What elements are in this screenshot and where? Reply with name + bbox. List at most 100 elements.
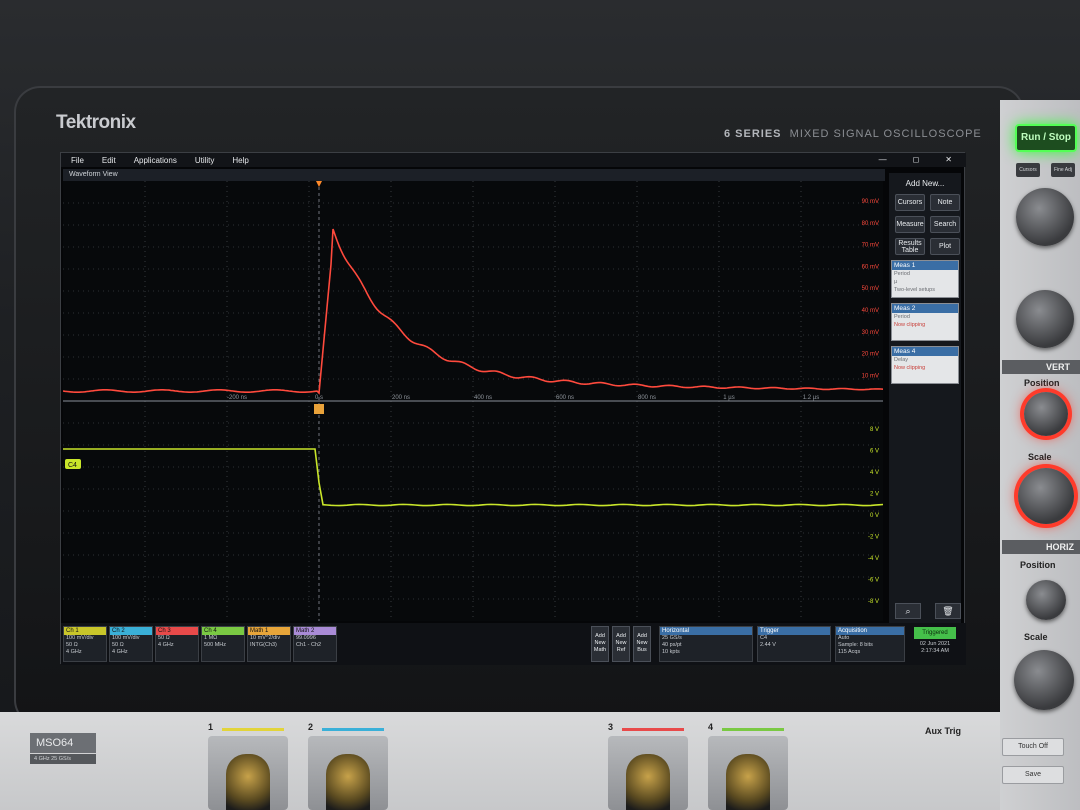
channel-2-bnc-input[interactable]	[308, 736, 388, 810]
menu-file[interactable]: File	[71, 156, 84, 165]
display-screen: File Edit Applications Utility Help — ◻ …	[60, 152, 966, 665]
channel-1-number: 1	[208, 722, 214, 732]
oscilloscope-photo: Tektronix 6 SERIES MIXED SIGNAL OSCILLOS…	[0, 0, 1080, 810]
ch1-line-3: 4 GHz	[66, 649, 82, 655]
horizontal-position-label: Position	[1020, 560, 1056, 570]
vertical-position-knob[interactable]	[1024, 392, 1068, 436]
model-label: MSO64	[30, 733, 96, 753]
vertical-position-label: Position	[1024, 378, 1060, 388]
ch1-title: Ch 1	[64, 627, 106, 635]
meas-4-line-1: Delay	[894, 357, 909, 363]
aux-trig-label: Aux Trig	[925, 726, 962, 736]
meas-2-badge[interactable]: Meas 2 Period Now clipping	[891, 303, 959, 341]
lower-y-tick-label: 8 V	[870, 427, 879, 433]
channel-4-bnc-input[interactable]	[708, 736, 788, 810]
menu-applications[interactable]: Applications	[134, 156, 177, 165]
math2-badge[interactable]: Math 2 99.0996 Ch1 - Ch2	[293, 626, 337, 662]
ch3-badge[interactable]: Ch 3 50 Ω 4 GHz	[155, 626, 199, 662]
vertical-section-title: VERT	[1002, 360, 1080, 374]
close-icon[interactable]: ✕	[945, 155, 952, 164]
note-button[interactable]: Note	[930, 194, 960, 211]
acquisition-badge[interactable]: Acquisition Auto Sample: 8 bits 115 Acqs	[835, 626, 905, 662]
date-text: 02 Jun 2021	[919, 641, 951, 647]
save-button[interactable]: Save	[1002, 766, 1064, 784]
bnc-connector-icon	[226, 754, 270, 810]
math1-line-2: INTG(Ch3)	[250, 642, 277, 648]
upper-x-tick-label: 1.2 µs	[803, 395, 819, 401]
minimize-icon[interactable]: —	[879, 155, 887, 164]
meas-1-line-1: Period	[894, 271, 910, 277]
meas-2-line-3: Now clipping	[894, 322, 926, 328]
lower-y-tick-label: 6 V	[870, 449, 879, 455]
upper-x-tick-label: 200 ns	[392, 395, 410, 401]
channel-3-bnc-input[interactable]	[608, 736, 688, 810]
ch4-line-2: 1 MΩ	[204, 635, 218, 641]
model-spec: 4 GHz 25 GS/s	[30, 754, 96, 764]
vertical-scale-label: Scale	[1028, 452, 1052, 462]
plot-button[interactable]: Plot	[930, 238, 960, 255]
menu-edit[interactable]: Edit	[102, 156, 116, 165]
waveform-plot[interactable]: 90 mV 80 mV 70 mV 60 mV 50 mV 40 mV 30 mV 20 mV…	[63, 181, 883, 621]
results-sidebar: Add New... Cursors Note Measure Search R…	[889, 173, 961, 623]
cursors-button[interactable]: Cursors	[895, 194, 925, 211]
date-time[interactable]: 02 Jun 2021 2:17:34 AM	[914, 641, 956, 661]
math1-badge[interactable]: Math 1 10 mV^2/div INTG(Ch3)	[247, 626, 291, 662]
multipurpose-b-knob[interactable]	[1016, 290, 1074, 348]
ch1-line-2: 50 Ω	[66, 642, 78, 648]
channel-3-number: 3	[608, 722, 614, 732]
trigger-badge[interactable]: Trigger C4 2.44 V	[757, 626, 831, 662]
series-description: MIXED SIGNAL OSCILLOSCOPE	[789, 128, 982, 140]
channel-1-bnc-input[interactable]	[208, 736, 288, 810]
horizontal-title: Horizontal	[660, 627, 752, 635]
trigger-position-marker[interactable]	[315, 181, 323, 187]
ch2-badge[interactable]: Ch 2 100 mV/div 50 Ω 4 GHz	[109, 626, 153, 662]
add-new-buttons: Cursors Note Measure Search Results Tabl…	[895, 194, 961, 255]
results-table-button[interactable]: Results Table	[895, 238, 925, 255]
trigger-t-marker[interactable]	[314, 404, 324, 414]
bnc-connector-icon	[326, 754, 370, 810]
upper-x-tick-label: 600 ns	[556, 395, 574, 401]
search-button[interactable]: Search	[930, 216, 960, 233]
lower-y-tick-label: -4 V	[868, 556, 879, 562]
ch2-line-2: 50 Ω	[112, 642, 124, 648]
ch1-badge[interactable]: Ch 1 100 mV/div 50 Ω 4 GHz	[63, 626, 107, 662]
horizontal-badge[interactable]: Horizontal 25 GS/s 40 ps/pt 10 kpts	[659, 626, 753, 662]
restore-icon[interactable]: ◻	[913, 155, 920, 164]
horizontal-scale-knob[interactable]	[1014, 650, 1074, 710]
add-new-bus-button[interactable]: Add New Bus	[633, 626, 651, 662]
run-stop-button[interactable]: Run / Stop	[1015, 124, 1077, 152]
ch2-line-3: 4 GHz	[112, 649, 128, 655]
multipurpose-a-knob[interactable]	[1016, 188, 1074, 246]
math1-title: Math 1	[248, 627, 290, 635]
trash-icon[interactable]: 🗑	[935, 603, 961, 619]
time-text: 2:17:34 AM	[921, 648, 949, 654]
settings-bar: Ch 1 100 mV/div 50 Ω 4 GHz Ch 2 100 mV/d…	[61, 623, 966, 665]
acquisition-line-3: 115 Acqs	[838, 649, 861, 655]
add-new-math-button[interactable]: Add New Math	[591, 626, 609, 662]
meas-4-badge[interactable]: Meas 4 Delay Now clipping	[891, 346, 959, 384]
cursors-hw-button[interactable]: Cursors	[1016, 163, 1040, 177]
ch4-line-3: 500 MHz	[204, 642, 227, 648]
measure-button[interactable]: Measure	[895, 216, 925, 233]
meas-1-badge[interactable]: Meas 1 Period µ Two-level setups	[891, 260, 959, 298]
meas-4-title: Meas 4	[892, 347, 958, 356]
fine-adj-button[interactable]: Fine Adj	[1051, 163, 1075, 177]
horizontal-position-knob[interactable]	[1026, 580, 1066, 620]
horizontal-scale-label: Scale	[1024, 632, 1048, 642]
add-new-ref-button[interactable]: Add New Ref	[612, 626, 630, 662]
upper-y-tick-label: 20 mV	[862, 352, 879, 358]
menu-bar: File Edit Applications Utility Help — ◻ …	[61, 153, 966, 167]
touch-off-button[interactable]: Touch Off	[1002, 738, 1064, 756]
vertical-scale-knob[interactable]	[1018, 468, 1074, 524]
horizontal-line-3: 10 kpts	[662, 649, 680, 655]
horizontal-line-2: 40 ps/pt	[662, 642, 682, 648]
ch3-line-3: 4 GHz	[158, 642, 174, 648]
zoom-icon[interactable]: ⌕	[895, 603, 921, 619]
upper-x-labels: -200 ns 0 s 200 ns 400 ns 600 ns 800 ns 1 µs 1.…	[227, 395, 819, 401]
bnc-connector-icon	[626, 754, 670, 810]
trigger-title: Trigger	[758, 627, 830, 635]
menu-utility[interactable]: Utility	[195, 156, 215, 165]
menu-help[interactable]: Help	[232, 156, 248, 165]
channel-2-color-bar	[322, 728, 384, 731]
ch4-badge[interactable]: Ch 4 1 MΩ 500 MHz	[201, 626, 245, 662]
